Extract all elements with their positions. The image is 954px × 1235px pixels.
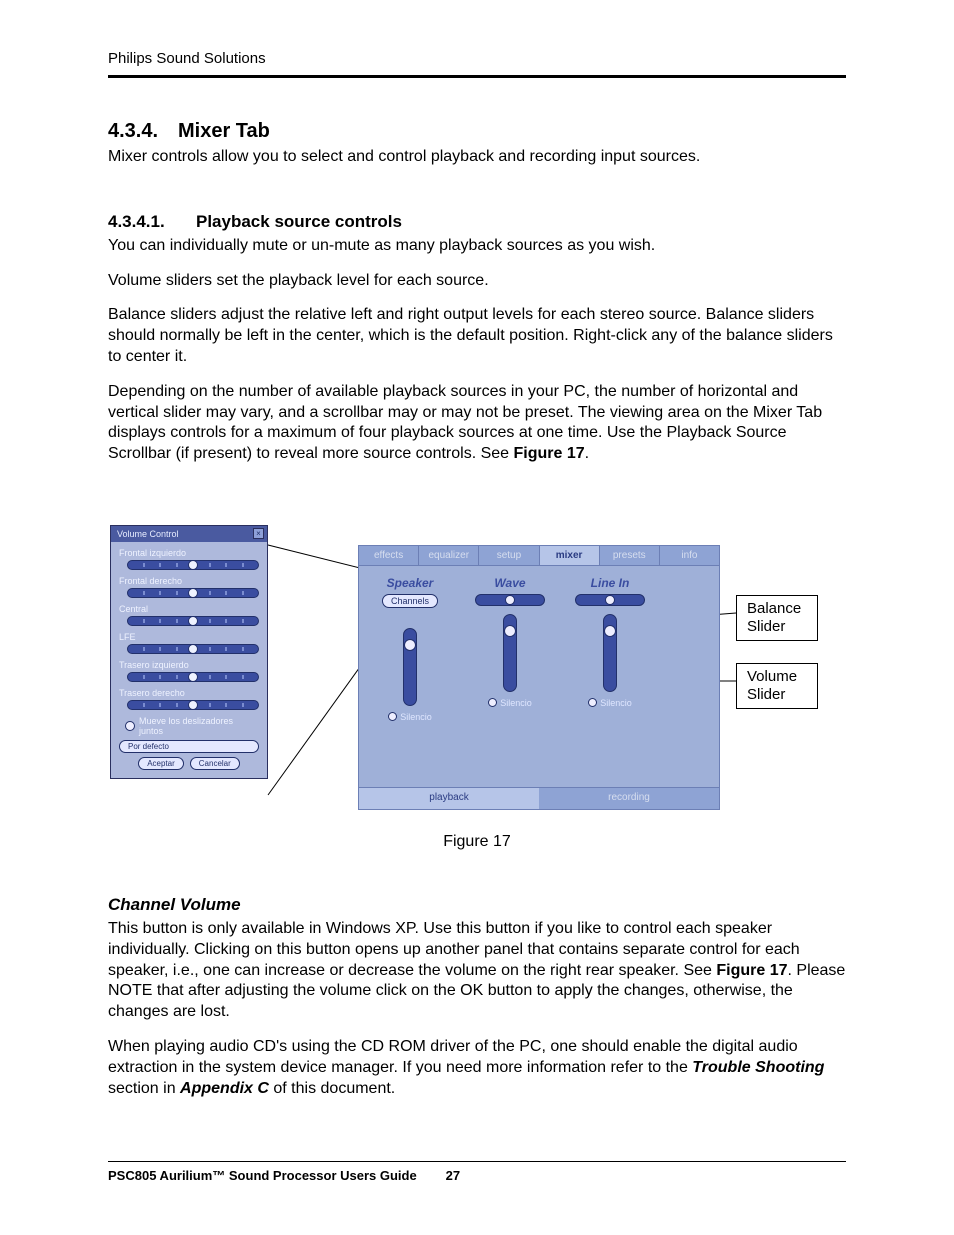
channel-label: Frontal izquierdo [119, 548, 259, 558]
tab-setup[interactable]: setup [479, 546, 539, 565]
tab-effects[interactable]: effects [359, 546, 419, 565]
mixer-bottom-tabs: playback recording [359, 787, 719, 809]
mute-checkbox[interactable] [488, 698, 497, 707]
channel-row: Frontal derecho [119, 576, 259, 598]
channel-row: Trasero izquierdo [119, 660, 259, 682]
paragraph-text: This button is only available in Windows… [108, 920, 800, 979]
tab-playback[interactable]: playback [359, 788, 539, 809]
subsection-title: Playback source controls [196, 212, 402, 231]
default-button[interactable]: Por defecto [119, 740, 259, 753]
footer-page-number: 27 [446, 1168, 460, 1183]
mixer-column-title: Wave [494, 576, 525, 590]
mixer-column: Speaker Channels Silencio [369, 576, 451, 722]
paragraph: Balance sliders adjust the relative left… [108, 305, 846, 367]
mixer-column: Wave Silencio [469, 576, 551, 722]
channel-row: Central [119, 604, 259, 626]
mute-checkbox[interactable] [588, 698, 597, 707]
slider-thumb-icon[interactable] [604, 625, 616, 637]
section-intro: Mixer controls allow you to select and c… [108, 147, 846, 168]
link-sliders-label: Mueve los deslizadores juntos [139, 716, 259, 736]
callout-volume-slider: Volume Slider [736, 663, 818, 709]
section-title: Mixer Tab [178, 120, 270, 142]
paragraph-text: Depending on the number of available pla… [108, 383, 822, 462]
slider-thumb-icon[interactable] [188, 588, 198, 598]
xref-troubleshooting: Trouble Shooting [692, 1059, 824, 1076]
page-footer: PSC805 Aurilium™ Sound Processor Users G… [108, 1161, 846, 1183]
tab-mixer[interactable]: mixer [540, 546, 600, 565]
slider-thumb-icon[interactable] [404, 639, 416, 651]
figure-ref: Figure 17 [514, 445, 585, 462]
xref-appendix-c: Appendix C [180, 1080, 269, 1097]
slider-thumb-icon[interactable] [188, 616, 198, 626]
paragraph: This button is only available in Windows… [108, 919, 846, 1023]
channels-button[interactable]: Channels [382, 594, 438, 608]
paragraph-text: section in [108, 1080, 180, 1097]
mixer-column-title: Line In [591, 576, 630, 590]
mixer-column-title: Speaker [387, 576, 434, 590]
mute-checkbox[interactable] [388, 712, 397, 721]
slider-thumb-icon[interactable] [188, 700, 198, 710]
slider-thumb-icon[interactable] [188, 560, 198, 570]
slider-thumb-icon[interactable] [188, 672, 198, 682]
channel-volume-heading: Channel Volume [108, 895, 846, 915]
volume-slider[interactable] [503, 614, 517, 692]
mixer-column: Line In Silencio [569, 576, 651, 722]
subsection-heading: 4.3.4.1.Playback source controls [108, 212, 846, 232]
channel-slider[interactable] [127, 644, 259, 654]
channel-label: Central [119, 604, 259, 614]
channel-label: Trasero derecho [119, 688, 259, 698]
channel-label: Frontal derecho [119, 576, 259, 586]
header-rule [108, 75, 846, 78]
paragraph-text: of this document. [269, 1080, 395, 1097]
figure-17: Volume Control × Frontal izquierdo Fronta… [108, 525, 846, 825]
mute-label: Silencio [500, 698, 532, 708]
figure-ref: Figure 17 [716, 962, 787, 979]
slider-thumb-icon[interactable] [605, 595, 615, 605]
section-number: 4.3.4. [108, 120, 178, 143]
mute-label: Silencio [400, 712, 432, 722]
tab-equalizer[interactable]: equalizer [419, 546, 479, 565]
tab-presets[interactable]: presets [600, 546, 660, 565]
paragraph: Depending on the number of available pla… [108, 382, 846, 465]
callout-balance-slider: Balance Slider [736, 595, 818, 641]
paragraph: You can individually mute or un-mute as … [108, 236, 846, 257]
tab-recording[interactable]: recording [539, 788, 719, 809]
section-heading: 4.3.4.Mixer Tab [108, 120, 846, 143]
balance-slider[interactable] [575, 594, 645, 606]
volume-slider[interactable] [403, 628, 417, 706]
dialog-title: Volume Control [117, 529, 179, 539]
figure-caption: Figure 17 [108, 833, 846, 851]
running-header: Philips Sound Solutions [108, 50, 846, 73]
volume-slider[interactable] [603, 614, 617, 692]
paragraph: When playing audio CD's using the CD ROM… [108, 1037, 846, 1099]
ok-button[interactable]: Aceptar [138, 757, 184, 770]
channel-label: Trasero izquierdo [119, 660, 259, 670]
channel-row: LFE [119, 632, 259, 654]
slider-thumb-icon[interactable] [188, 644, 198, 654]
paragraph-text: . [585, 445, 589, 462]
close-icon[interactable]: × [253, 528, 264, 539]
channel-slider[interactable] [127, 616, 259, 626]
volume-control-dialog: Volume Control × Frontal izquierdo Fronta… [110, 525, 268, 779]
mixer-panel: effectsequalizersetupmixerpresetsinfo Sp… [358, 545, 720, 810]
channel-slider[interactable] [127, 700, 259, 710]
channel-slider[interactable] [127, 588, 259, 598]
subsection-number: 4.3.4.1. [108, 212, 196, 232]
channel-row: Frontal izquierdo [119, 548, 259, 570]
channel-row: Trasero derecho [119, 688, 259, 710]
channel-label: LFE [119, 632, 259, 642]
tab-info[interactable]: info [660, 546, 719, 565]
link-sliders-checkbox[interactable] [125, 721, 135, 731]
dialog-titlebar[interactable]: Volume Control × [111, 526, 267, 542]
balance-slider[interactable] [475, 594, 545, 606]
paragraph: Volume sliders set the playback level fo… [108, 271, 846, 292]
mute-label: Silencio [600, 698, 632, 708]
cancel-button[interactable]: Cancelar [190, 757, 240, 770]
mixer-tabs: effectsequalizersetupmixerpresetsinfo [359, 546, 719, 566]
footer-title: PSC805 Aurilium™ Sound Processor Users G… [108, 1168, 417, 1183]
slider-thumb-icon[interactable] [505, 595, 515, 605]
slider-thumb-icon[interactable] [504, 625, 516, 637]
channel-slider[interactable] [127, 672, 259, 682]
channel-slider[interactable] [127, 560, 259, 570]
